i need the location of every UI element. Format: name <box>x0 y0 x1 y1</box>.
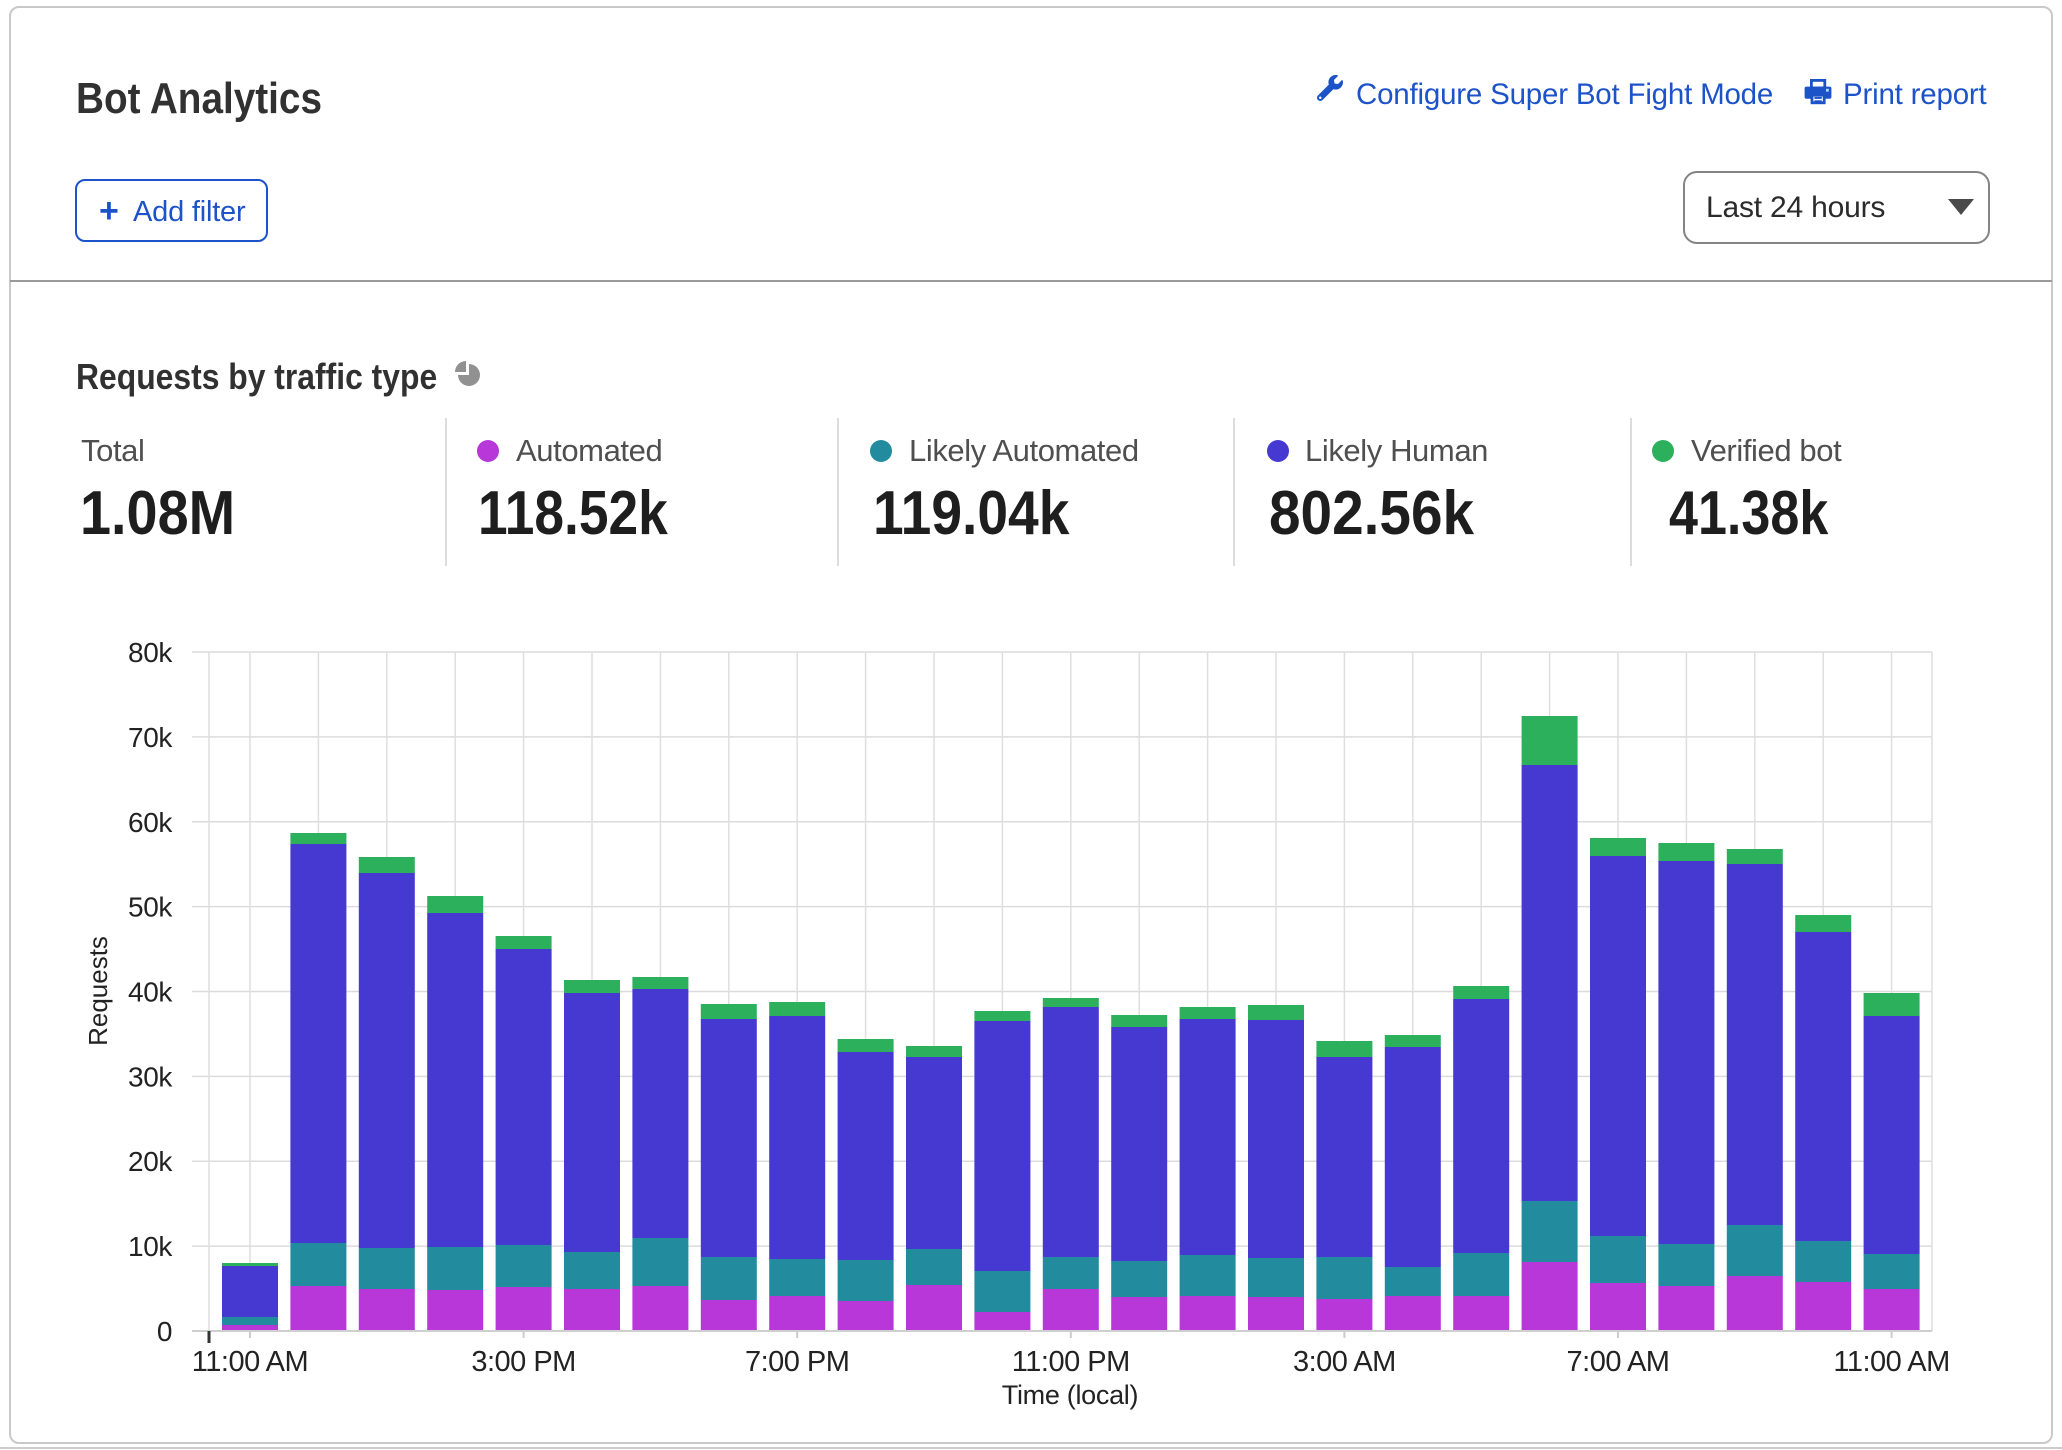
svg-text:11:00 AM: 11:00 AM <box>192 1346 308 1378</box>
svg-text:3:00 AM: 3:00 AM <box>1293 1346 1396 1378</box>
svg-text:40k: 40k <box>128 977 173 1008</box>
svg-text:Time (local): Time (local) <box>1002 1380 1138 1410</box>
svg-text:30k: 30k <box>128 1061 173 1092</box>
svg-text:0: 0 <box>157 1316 172 1347</box>
svg-text:80k: 80k <box>128 637 173 668</box>
svg-text:11:00 AM: 11:00 AM <box>1833 1346 1949 1378</box>
svg-text:7:00 PM: 7:00 PM <box>745 1346 850 1378</box>
svg-text:10k: 10k <box>128 1231 173 1262</box>
svg-text:11:00 PM: 11:00 PM <box>1012 1346 1130 1378</box>
svg-text:3:00 PM: 3:00 PM <box>471 1346 576 1378</box>
svg-text:70k: 70k <box>128 722 173 753</box>
svg-text:20k: 20k <box>128 1146 173 1177</box>
svg-text:60k: 60k <box>128 807 173 838</box>
svg-text:50k: 50k <box>128 892 173 923</box>
svg-text:7:00 AM: 7:00 AM <box>1567 1346 1670 1378</box>
svg-text:Requests: Requests <box>83 936 113 1046</box>
